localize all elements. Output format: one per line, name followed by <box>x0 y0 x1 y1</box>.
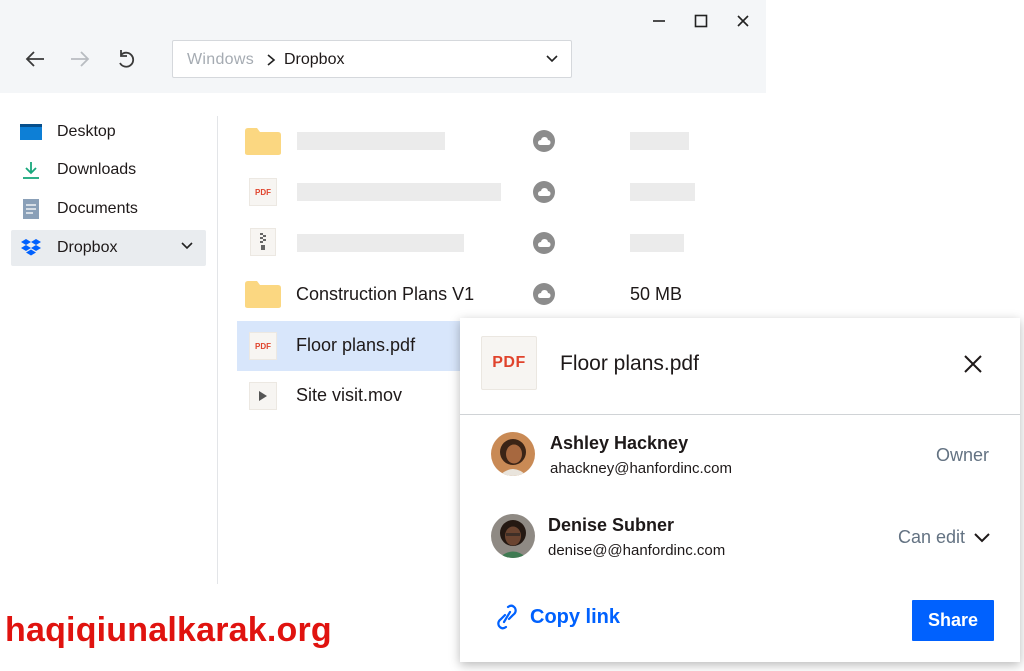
zip-file-icon[interactable] <box>244 226 282 258</box>
permission-dropdown[interactable]: Can edit <box>898 527 991 548</box>
placeholder-name <box>297 234 464 252</box>
member-role: Owner <box>936 445 990 465</box>
sidebar-item-label: Dropbox <box>57 239 118 256</box>
placeholder-size <box>630 183 695 201</box>
placeholder-size <box>630 132 689 150</box>
chevron-right-icon <box>267 54 276 66</box>
panel-divider <box>460 414 1020 415</box>
chevron-down-icon <box>974 532 990 542</box>
sidebar-item-dropbox[interactable]: Dropbox <box>11 230 206 266</box>
placeholder-name <box>297 183 501 201</box>
file-name[interactable]: Construction Plans V1 <box>296 284 474 305</box>
breadcrumb-parent[interactable]: Windows <box>187 51 254 69</box>
folder-icon[interactable] <box>244 125 282 157</box>
back-button[interactable] <box>20 44 50 74</box>
close-panel-button[interactable] <box>960 351 986 377</box>
forward-button[interactable] <box>65 44 95 74</box>
chevron-down-icon[interactable] <box>180 241 194 251</box>
file-name[interactable]: Site visit.mov <box>296 385 402 406</box>
link-icon <box>497 604 517 630</box>
sidebar-item-label: Downloads <box>57 161 137 178</box>
minimize-button[interactable] <box>644 6 674 36</box>
cloud-icon <box>533 232 555 254</box>
member-email: denise@@hanfordinc.com <box>548 542 726 559</box>
desktop-icon <box>19 120 43 144</box>
chevron-down-icon[interactable] <box>545 54 559 64</box>
video-file-icon[interactable] <box>244 380 282 412</box>
sidebar-item-documents[interactable]: Documents <box>11 191 206 227</box>
avatar <box>491 514 535 558</box>
address-bar[interactable]: Windows Dropbox <box>172 40 572 78</box>
maximize-icon <box>694 14 708 28</box>
refresh-button[interactable] <box>111 44 141 74</box>
placeholder-name <box>297 132 445 150</box>
close-window-button[interactable] <box>728 6 758 36</box>
pdf-file-icon[interactable]: PDF <box>244 330 282 362</box>
arrow-right-icon <box>71 51 90 67</box>
member-name: Ashley Hackney <box>550 433 689 453</box>
file-name[interactable]: Floor plans.pdf <box>296 335 415 356</box>
pdf-file-icon[interactable]: PDF <box>244 176 282 208</box>
arrow-left-icon <box>25 51 44 67</box>
share-file-name: Floor plans.pdf <box>560 352 699 375</box>
share-panel: PDF Floor plans.pdf Ashley Hackney ahack… <box>460 318 1020 662</box>
download-icon <box>19 158 43 182</box>
member-role: Can edit <box>898 527 966 547</box>
refresh-icon <box>119 50 135 68</box>
minimize-icon <box>653 20 665 22</box>
avatar <box>491 432 535 476</box>
sidebar-item-label: Desktop <box>57 123 116 140</box>
close-icon <box>964 355 982 373</box>
watermark-text: haqiqiunalkarak.org <box>5 611 332 649</box>
sidebar-item-downloads[interactable]: Downloads <box>11 152 206 188</box>
cloud-icon <box>533 283 555 305</box>
document-icon <box>19 197 43 221</box>
breadcrumb-current[interactable]: Dropbox <box>284 51 344 69</box>
close-icon <box>737 15 749 27</box>
placeholder-size <box>630 234 684 252</box>
folder-icon[interactable] <box>244 278 282 310</box>
pdf-file-icon: PDF <box>481 336 537 390</box>
cloud-icon <box>533 181 555 203</box>
share-button[interactable]: Share <box>912 600 994 641</box>
copy-link-label: Copy link <box>530 605 621 628</box>
file-size: 50 MB <box>630 284 683 304</box>
cloud-icon <box>533 130 555 152</box>
maximize-button[interactable] <box>686 6 716 36</box>
member-email: ahackney@hanfordinc.com <box>550 460 732 477</box>
sidebar-item-label: Documents <box>57 200 138 217</box>
member-name: Denise Subner <box>548 515 675 535</box>
sidebar-item-desktop[interactable]: Desktop <box>11 114 206 150</box>
copy-link-button[interactable]: Copy link <box>496 604 620 630</box>
dropbox-icon <box>19 236 43 260</box>
sidebar-divider <box>217 116 218 584</box>
